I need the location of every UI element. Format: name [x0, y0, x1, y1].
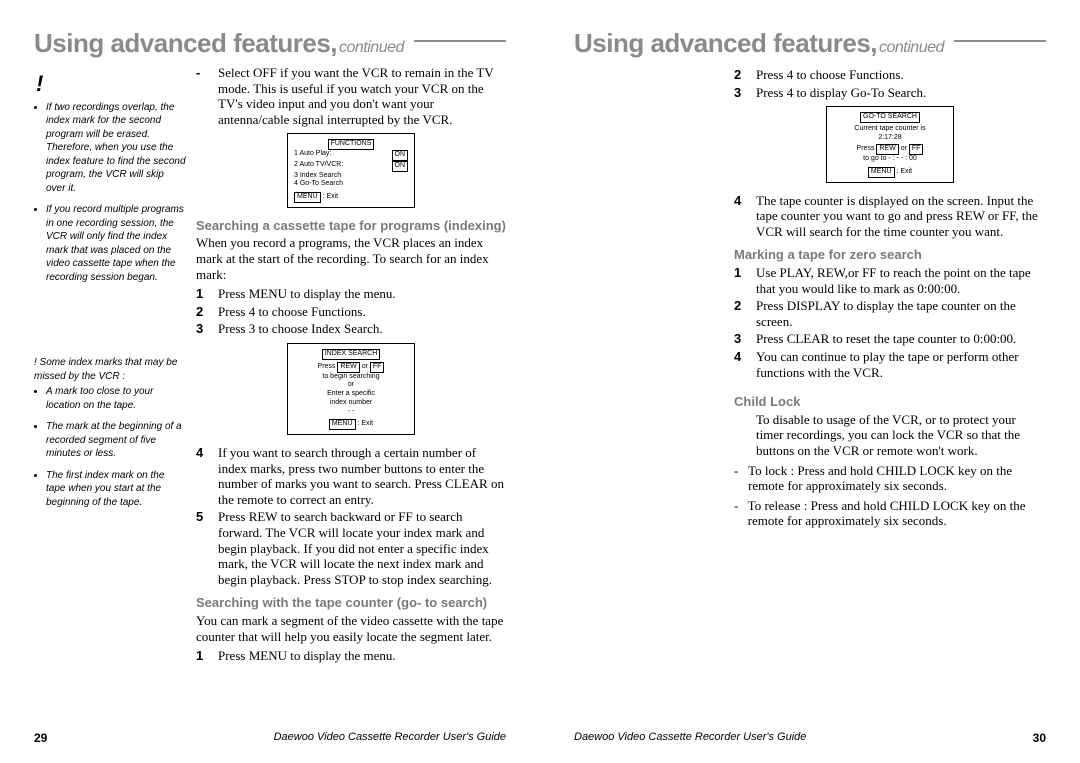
section-title-continued: continued	[879, 39, 944, 57]
list-item: To lock : Press and hold CHILD LOCK key …	[748, 463, 1046, 494]
section-title: Using advanced features, continued	[574, 28, 1046, 59]
section-title-text: Using advanced features,	[34, 28, 337, 59]
list-item: Press CLEAR to reset the tape counter to…	[756, 331, 1046, 347]
title-rule	[954, 40, 1046, 42]
body-text: You can mark a segment of the video cass…	[196, 613, 506, 644]
page-30: Using advanced features, continued 2Pres…	[540, 0, 1080, 763]
body-text: Select OFF if you want the VCR to remain…	[218, 65, 506, 127]
heading-goto-search: Searching with the tape counter (go- to …	[196, 595, 506, 611]
title-rule	[414, 40, 506, 42]
section-title: Using advanced features, continued	[34, 28, 506, 59]
side-note: The first index mark on the tape when yo…	[46, 469, 186, 510]
list-item: Press 3 to choose Index Search.	[218, 321, 506, 337]
body-text: When you record a programs, the VCR plac…	[196, 235, 506, 282]
heading-index-search: Searching a cassette tape for programs (…	[196, 218, 506, 234]
page-number: 29	[34, 731, 47, 745]
left-main-column: -Select OFF if you want the VCR to remai…	[196, 65, 506, 668]
doc-title: Daewoo Video Cassette Recorder User's Gu…	[574, 731, 806, 745]
page-footer: Daewoo Video Cassette Recorder User's Gu…	[574, 731, 1046, 745]
heading-child-lock: Child Lock	[734, 394, 1046, 410]
side-note: The mark at the beginning of a recorded …	[46, 420, 186, 461]
section-title-continued: continued	[339, 39, 404, 57]
list-item: Press MENU to display the menu.	[218, 648, 506, 664]
osd-functions: FUNCTIONS 1 Auto Play:ON 2 Auto TV/VCR:O…	[287, 133, 415, 208]
right-main-column: 2Press 4 to choose Functions. 3Press 4 t…	[734, 65, 1046, 745]
list-item: If you want to search through a certain …	[218, 445, 506, 507]
list-item: Press 4 to display Go-To Search.	[756, 85, 1046, 101]
left-side-notes: ! If two recordings overlap, the index m…	[34, 65, 186, 668]
list-item: Press 4 to choose Functions.	[756, 67, 1046, 83]
osd-index-search: INDEX SEARCH Press REW or FF to begin se…	[287, 343, 415, 435]
page-number: 30	[1033, 731, 1046, 745]
list-item: Press MENU to display the menu.	[218, 286, 506, 302]
list-item: Press REW to search backward or FF to se…	[218, 509, 506, 587]
side-note: If you record multiple programs in one r…	[46, 203, 186, 284]
list-item: You can continue to play the tape or per…	[756, 349, 1046, 380]
doc-title: Daewoo Video Cassette Recorder User's Gu…	[274, 731, 506, 745]
osd-goto-search: GO-TO SEARCH Current tape counter is 2:1…	[826, 106, 954, 183]
attention-icon: !	[36, 69, 186, 99]
page-footer: 29 Daewoo Video Cassette Recorder User's…	[34, 731, 506, 745]
missed-marks-intro: ! Some index marks that may be missed by…	[34, 356, 186, 383]
page-29: Using advanced features, continued ! If …	[0, 0, 540, 763]
list-item: The tape counter is displayed on the scr…	[756, 193, 1046, 240]
list-item: To release : Press and hold CHILD LOCK k…	[748, 498, 1046, 529]
body-text: To disable to usage of the VCR, or to pr…	[756, 412, 1046, 459]
list-item: Press 4 to choose Functions.	[218, 304, 506, 320]
list-item: Press DISPLAY to display the tape counte…	[756, 298, 1046, 329]
list-item: Use PLAY, REW,or FF to reach the point o…	[756, 265, 1046, 296]
side-note: If two recordings overlap, the index mar…	[46, 101, 186, 196]
section-title-text: Using advanced features,	[574, 28, 877, 59]
side-note: A mark too close to your location on the…	[46, 385, 186, 412]
heading-zero-search: Marking a tape for zero search	[734, 247, 1046, 263]
